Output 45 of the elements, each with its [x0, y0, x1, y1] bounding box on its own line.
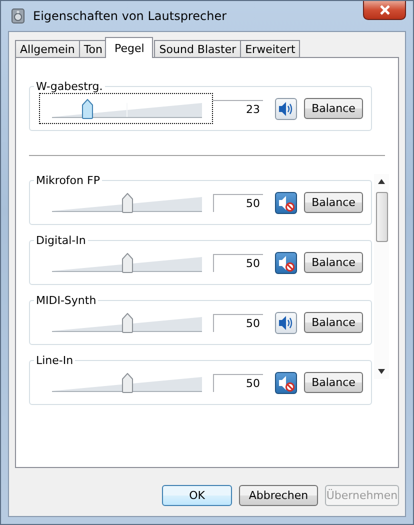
slider-thumb[interactable]: [82, 99, 92, 119]
balance-button[interactable]: Balance: [304, 312, 363, 333]
mute-button[interactable]: [275, 252, 297, 274]
scroll-down-icon[interactable]: [378, 369, 385, 374]
scrollbar[interactable]: [374, 174, 389, 379]
muted-speaker-icon: [277, 194, 295, 212]
tab[interactable]: Erweitert: [240, 40, 300, 58]
scroll-up-icon[interactable]: [378, 179, 385, 184]
tab[interactable]: Allgemein: [15, 40, 80, 58]
group-label: W-gabestrg.: [35, 80, 104, 93]
volume-field[interactable]: 50: [213, 374, 263, 392]
window-title: Eigenschaften von Lautsprecher: [33, 9, 227, 23]
dialog-button[interactable]: OK: [162, 485, 232, 506]
slider-thumb[interactable]: [122, 193, 133, 213]
muted-speaker-icon: [277, 254, 295, 272]
group-label: Mikrofon FP: [35, 174, 101, 187]
slider-thumb[interactable]: [122, 373, 133, 393]
tab[interactable]: Sound Blaster: [154, 40, 242, 58]
group-label: MIDI-Synth: [35, 294, 98, 307]
mute-button[interactable]: [275, 312, 297, 334]
speaker-icon: [277, 100, 295, 118]
scroll-thumb[interactable]: [376, 192, 388, 242]
mute-button[interactable]: [275, 372, 297, 394]
group-label: Digital-In: [35, 234, 87, 247]
volume-field[interactable]: 50: [213, 314, 263, 332]
tab[interactable]: Pegel: [105, 37, 154, 58]
volume-field[interactable]: 50: [213, 194, 263, 212]
dialog-button[interactable]: Abbrechen: [239, 485, 318, 506]
mute-button[interactable]: [275, 98, 297, 120]
muted-speaker-icon: [277, 374, 295, 392]
slider-thumb[interactable]: [122, 253, 133, 273]
balance-button[interactable]: Balance: [304, 98, 363, 119]
balance-button[interactable]: Balance: [304, 192, 363, 213]
close-icon: [378, 5, 390, 15]
balance-button[interactable]: Balance: [304, 372, 363, 393]
volume-field[interactable]: 50: [213, 254, 263, 272]
speaker-icon: [11, 8, 25, 24]
volume-slider[interactable]: [39, 93, 213, 124]
volume-value: 23: [213, 100, 263, 118]
slider-thumb[interactable]: [122, 313, 133, 333]
balance-button[interactable]: Balance: [304, 252, 363, 273]
mute-button[interactable]: [275, 192, 297, 214]
speaker-icon: [277, 314, 295, 332]
group-label: Line-In: [35, 354, 74, 367]
close-button[interactable]: [363, 1, 406, 20]
